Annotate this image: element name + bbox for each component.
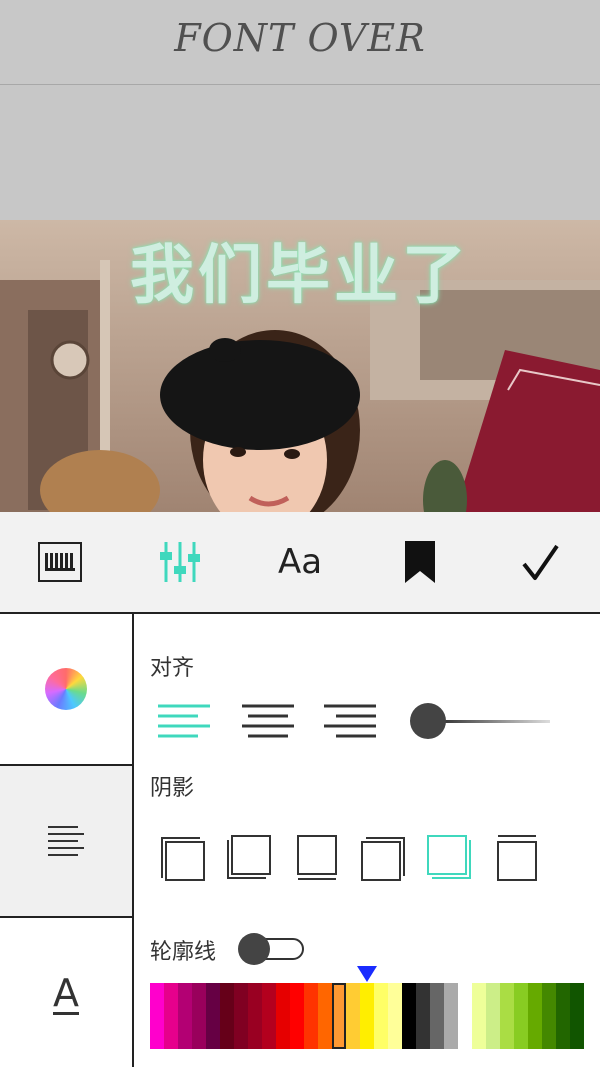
app-title: FONT OVER — [174, 16, 426, 60]
color-swatch[interactable] — [514, 983, 528, 1049]
color-swatch[interactable] — [388, 983, 402, 1049]
font-style-tab[interactable]: A — [0, 918, 132, 1068]
adjust-button[interactable] — [120, 512, 240, 612]
shadow-bottom-left-icon — [227, 835, 271, 879]
alignment-label: 对齐 — [150, 656, 195, 681]
align-right-button[interactable] — [322, 702, 378, 742]
color-swatch[interactable] — [206, 983, 220, 1049]
color-swatch[interactable] — [318, 983, 332, 1049]
bookmark-icon — [405, 541, 435, 583]
shadow-top-icon — [497, 835, 537, 881]
shadow-top-button[interactable] — [494, 834, 542, 882]
canvas-background — [0, 85, 600, 220]
confirm-button[interactable] — [480, 512, 600, 612]
shadow-bottom-icon — [297, 835, 337, 880]
align-left-icon — [158, 704, 210, 738]
color-swatch[interactable] — [192, 983, 206, 1049]
color-swatch[interactable] — [262, 983, 276, 1049]
color-tab[interactable] — [0, 614, 132, 766]
align-center-button[interactable] — [240, 702, 296, 742]
align-right-icon — [324, 704, 376, 738]
spacing-slider-thumb[interactable] — [410, 703, 446, 739]
shadow-bottom-left-button[interactable] — [226, 834, 274, 882]
color-swatch[interactable] — [402, 983, 416, 1049]
color-swatch[interactable] — [360, 983, 374, 1049]
shadow-bottom-button[interactable] — [294, 834, 342, 882]
color-swatch[interactable] — [220, 983, 234, 1049]
color-swatch[interactable] — [430, 983, 444, 1049]
color-swatch[interactable] — [500, 983, 514, 1049]
color-swatch[interactable] — [444, 983, 458, 1049]
color-swatch[interactable] — [290, 983, 304, 1049]
color-wheel-icon — [45, 668, 87, 710]
color-swatch[interactable] — [164, 983, 178, 1049]
color-swatch[interactable] — [304, 983, 318, 1049]
keyboard-button[interactable] — [0, 512, 120, 612]
align-left-button[interactable] — [156, 702, 212, 742]
color-swatch[interactable] — [332, 983, 346, 1049]
overlay-text[interactable]: 我们毕业了 — [0, 224, 600, 316]
color-swatch[interactable] — [528, 983, 542, 1049]
keyboard-icon — [38, 542, 82, 582]
color-swatch[interactable] — [486, 983, 500, 1049]
color-swatch[interactable] — [458, 983, 472, 1049]
color-swatch[interactable] — [416, 983, 430, 1049]
font-aa-icon: Aa — [277, 542, 323, 582]
font-button[interactable]: Aa — [240, 512, 360, 612]
color-swatch[interactable] — [248, 983, 262, 1049]
font-style-icon: A — [53, 971, 79, 1015]
adjust-sliders-icon — [160, 542, 200, 582]
shadow-bottom-right-button[interactable] — [426, 834, 474, 882]
color-swatch[interactable] — [556, 983, 570, 1049]
checkmark-icon — [522, 544, 559, 580]
color-swatch[interactable] — [234, 983, 248, 1049]
shadow-top-right-icon — [361, 837, 405, 881]
side-panel: A — [0, 614, 134, 1067]
shadow-label: 阴影 — [150, 776, 195, 801]
outline-toggle-knob[interactable] — [238, 933, 270, 965]
shadow-top-right-button[interactable] — [360, 834, 408, 882]
editor-toolbar: Aa — [0, 512, 600, 614]
color-swatch[interactable] — [374, 983, 388, 1049]
shadow-bottom-right-icon — [427, 835, 471, 879]
color-swatch[interactable] — [542, 983, 556, 1049]
color-swatch[interactable] — [150, 983, 164, 1049]
color-swatch[interactable] — [276, 983, 290, 1049]
shadow-top-left-icon — [161, 837, 205, 881]
color-swatch[interactable] — [346, 983, 360, 1049]
color-swatch[interactable] — [570, 983, 584, 1049]
outline-label: 轮廓线 — [150, 940, 217, 965]
bookmark-button[interactable] — [360, 512, 480, 612]
selected-color-marker — [357, 966, 377, 982]
align-center-icon — [242, 704, 294, 738]
color-swatch[interactable] — [178, 983, 192, 1049]
text-align-icon — [48, 826, 84, 856]
spacing-slider-track[interactable] — [440, 720, 550, 723]
color-swatch[interactable] — [472, 983, 486, 1049]
shadow-top-left-button[interactable] — [160, 834, 208, 882]
photo-canvas[interactable]: 我们毕业了 — [0, 220, 600, 512]
layout-tab[interactable] — [0, 766, 132, 918]
